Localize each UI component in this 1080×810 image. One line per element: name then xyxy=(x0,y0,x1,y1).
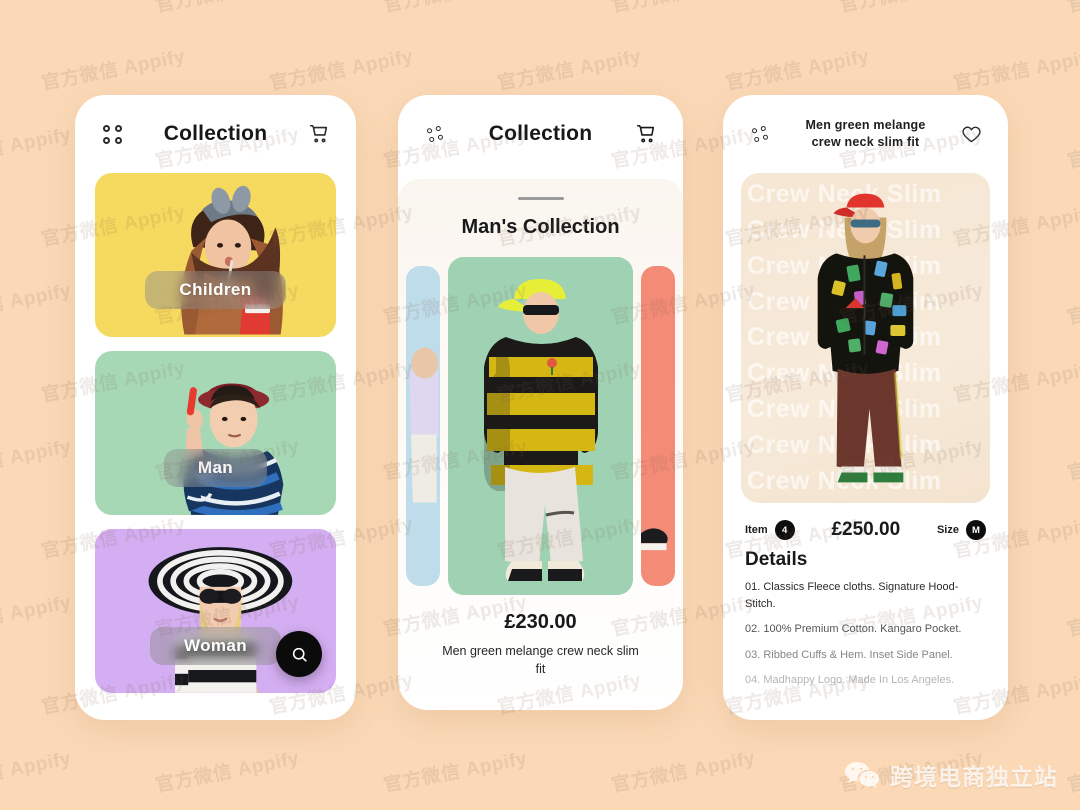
sheet-drag-handle[interactable] xyxy=(517,197,564,200)
product-name: Men green melange crew neck slim fit xyxy=(442,644,639,677)
grid-dots-icon[interactable] xyxy=(420,125,450,143)
details-heading: Details xyxy=(745,549,808,570)
watermark-text: 官方微信 Appify xyxy=(1065,124,1080,173)
watermark-text: 官方微信 Appify xyxy=(837,0,985,18)
watermark-text: 官方微信 Appify xyxy=(1065,0,1080,18)
watermark-text: 官方微信 Appify xyxy=(951,46,1080,95)
collection-sheet: Man's Collection £230.00 Men green melan… xyxy=(398,179,683,710)
category-badge-label: Man xyxy=(163,449,268,487)
carousel-card-next[interactable] xyxy=(641,266,675,586)
grid-dots-icon[interactable] xyxy=(745,125,775,143)
previous-product-photo xyxy=(406,290,440,562)
watermark-text: 官方微信 Appify xyxy=(1065,436,1080,485)
watermark-text: 官方微信 Appify xyxy=(609,0,757,18)
shopping-cart-icon[interactable] xyxy=(304,123,334,145)
watermark-text: 官方微信 Appify xyxy=(381,0,529,18)
product-price: £230.00 xyxy=(504,611,577,633)
watermark-text: 官方微信 Appify xyxy=(0,124,73,173)
watermark-text: 官方微信 Appify xyxy=(0,0,73,18)
details-list: 01. Classics Fleece cloths. Signature Ho… xyxy=(723,573,1008,689)
screenshot-stage: Collection Children Man Woman Collection… xyxy=(0,0,1080,810)
screen3-header: Men green melange crew neck slim fit xyxy=(723,95,1008,173)
page-title: Collection xyxy=(488,122,593,145)
carousel-card-previous[interactable] xyxy=(406,266,440,586)
brand-footer: 跨境电商独立站 xyxy=(844,758,1058,792)
category-card-man[interactable]: Man xyxy=(95,351,336,515)
watermark-text: 官方微信 Appify xyxy=(153,0,301,18)
detail-item: 03. Ribbed Cuffs & Hem. Inset Side Panel… xyxy=(745,648,953,661)
watermark-text: 官方微信 Appify xyxy=(0,280,73,329)
watermark-text: 官方微信 Appify xyxy=(381,748,529,797)
detail-item: 04. Madhappy Logo. Made In Los Angeles. xyxy=(745,674,955,686)
wechat-icon xyxy=(845,762,879,788)
sheet-title: Man's Collection xyxy=(461,216,620,238)
watermark-text: 官方微信 Appify xyxy=(0,748,73,797)
product-hero-image[interactable]: Crew Neck Slim Crew Neck Slim Crew Neck … xyxy=(741,173,990,503)
item-count-group: Item 4 xyxy=(745,520,795,540)
category-badge-label: Children xyxy=(145,271,286,309)
next-product-photo xyxy=(641,290,675,562)
shopping-cart-icon[interactable] xyxy=(631,123,661,145)
product-carousel[interactable] xyxy=(398,257,683,595)
current-product-photo xyxy=(448,257,633,595)
watermark-text: 官方微信 Appify xyxy=(1065,280,1080,329)
grid-dots-icon[interactable] xyxy=(97,124,127,144)
children-photo xyxy=(181,185,284,335)
phone-screen-product-detail: Men green melange crew neck slim fit Cre… xyxy=(723,95,1008,720)
watermark-text: 官方微信 Appify xyxy=(495,46,643,95)
category-card-woman[interactable]: Woman xyxy=(95,529,336,693)
size-group: Size M xyxy=(937,520,986,540)
size-label: Size xyxy=(936,524,959,536)
carousel-card-current[interactable] xyxy=(448,257,633,595)
detail-item: 02. 100% Premium Cotton. Kangaro Pocket. xyxy=(745,623,962,635)
phone-screen-collection: Collection Children Man Woman xyxy=(75,95,356,720)
search-fab-button[interactable] xyxy=(276,631,322,677)
screen2-header: Collection xyxy=(398,95,683,173)
detail-item: 01. Classics Fleece cloths. Signature Ho… xyxy=(745,581,959,610)
brand-text: 跨境电商独立站 xyxy=(890,764,1058,790)
screen1-header: Collection xyxy=(75,95,356,173)
watermark-text: 官方微信 Appify xyxy=(1065,748,1080,797)
watermark-text: 官方微信 Appify xyxy=(0,592,73,641)
phone-screen-mans-collection: Collection Man's Collection £230.00 Men … xyxy=(398,95,683,710)
man-photo xyxy=(183,383,284,515)
watermark-text: 官方微信 Appify xyxy=(39,46,187,95)
product-title: Men green melange crew neck slim fit xyxy=(805,118,926,149)
watermark-text: 官方微信 Appify xyxy=(153,748,301,797)
detail-price: £250.00 xyxy=(831,519,901,540)
category-badge-label: Woman xyxy=(149,627,282,665)
watermark-text: 官方微信 Appify xyxy=(267,46,415,95)
watermark-text: 官方微信 Appify xyxy=(723,46,871,95)
heart-icon[interactable] xyxy=(956,124,986,145)
product-meta-row: Item 4 £250.00 Size M xyxy=(723,503,1008,545)
category-card-children[interactable]: Children xyxy=(95,173,336,337)
page-title: Collection xyxy=(163,122,268,145)
category-card-list: Children Man Woman xyxy=(75,173,356,693)
model-photo xyxy=(817,193,914,483)
watermark-text: 官方微信 Appify xyxy=(1065,592,1080,641)
size-badge[interactable]: M xyxy=(965,520,986,540)
item-count-badge[interactable]: 4 xyxy=(774,520,795,540)
search-icon xyxy=(292,647,307,662)
watermark-text: 官方微信 Appify xyxy=(0,436,73,485)
item-label: Item xyxy=(745,524,768,536)
watermark-text: 官方微信 Appify xyxy=(609,748,757,797)
